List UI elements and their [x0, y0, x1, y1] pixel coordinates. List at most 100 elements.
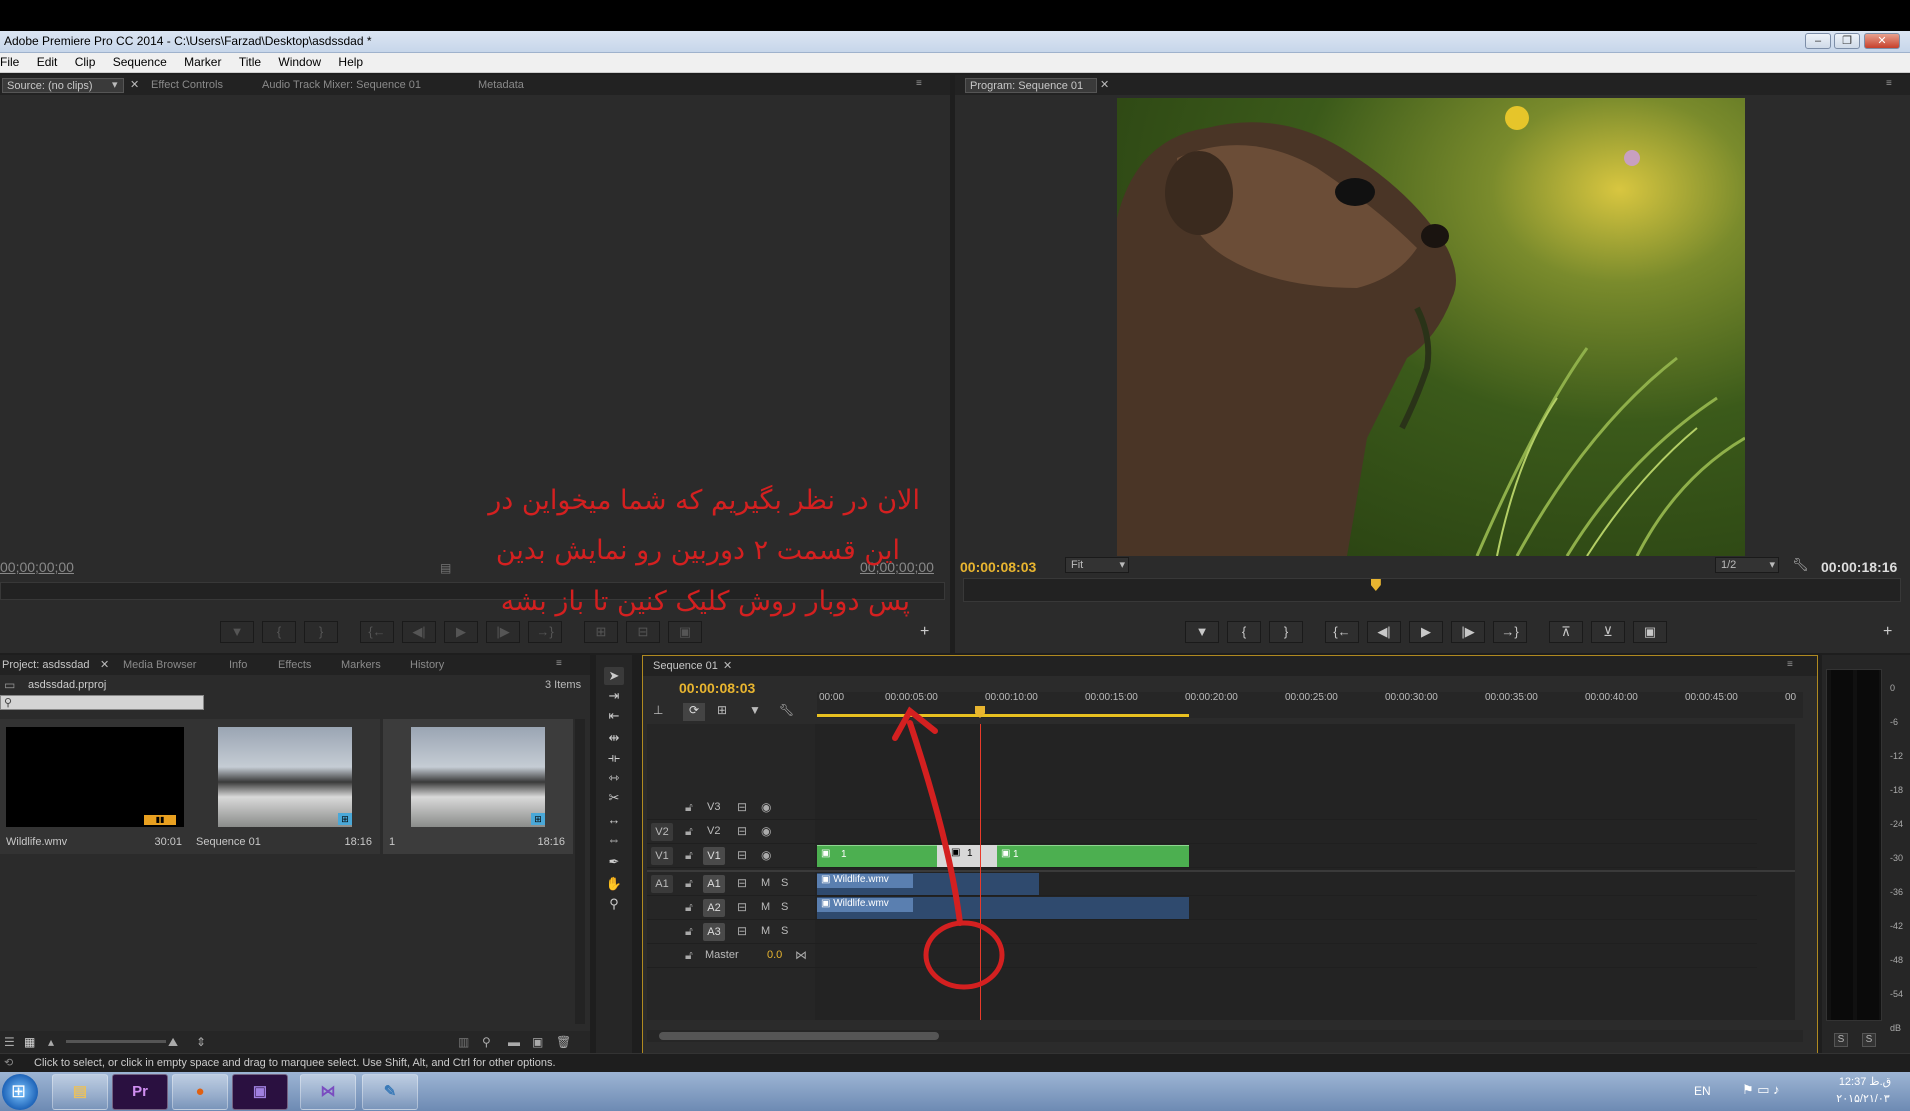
hand-tool-icon[interactable]: ✋	[604, 875, 624, 893]
source-dropdown-icon[interactable]: ▾	[112, 78, 118, 93]
go-to-in-icon[interactable]: {←	[360, 621, 394, 643]
automate-icon[interactable]: ▥	[458, 1035, 469, 1049]
slide-tool-icon[interactable]: ⇔	[604, 831, 624, 849]
zoom-slider[interactable]	[66, 1040, 166, 1043]
maximize-button[interactable]: ❐	[1834, 33, 1860, 49]
clock-time[interactable]: 12:37 ق.ظ	[1830, 1075, 1900, 1088]
source-patch-v2[interactable]: V2	[651, 823, 673, 841]
project-scrollbar[interactable]	[575, 719, 585, 1024]
wrench-icon[interactable]: 🔧︎	[1792, 557, 1809, 573]
mute-button[interactable]: M	[761, 925, 770, 937]
ripple-edit-tool-icon[interactable]: ⇹	[604, 729, 624, 747]
menu-clip[interactable]: Clip	[68, 53, 103, 69]
zoom-in-icon[interactable]: ⛰	[168, 1035, 178, 1050]
lock-icon[interactable]: 🔓︎	[685, 924, 693, 939]
new-item-icon[interactable]: ▣	[532, 1035, 543, 1049]
snap-icon[interactable]: ⟳	[683, 703, 705, 721]
source-patch-a1[interactable]: A1	[651, 875, 673, 893]
step-back-icon[interactable]: ◀|	[1367, 621, 1401, 643]
sync-lock-icon[interactable]: ⊟	[737, 800, 747, 814]
lock-icon[interactable]: 🔓︎	[685, 800, 693, 815]
eye-icon[interactable]: ◉	[761, 800, 771, 814]
project-item-sequence[interactable]: ⊞ Sequence 01 18:16	[190, 719, 380, 854]
sort-icon[interactable]: ⇕	[196, 1035, 206, 1049]
lock-icon[interactable]: 🔓︎	[685, 824, 693, 839]
scroll-thumb[interactable]	[659, 1032, 939, 1040]
close-icon[interactable]: ✕	[723, 659, 732, 674]
project-item-wildlife[interactable]: ▮▮ Wildlife.wmv 30:01	[0, 719, 190, 854]
solo-right-button[interactable]: S	[1862, 1033, 1876, 1047]
overwrite-clip-icon[interactable]: ⊟	[626, 621, 660, 643]
tracks-vertical-scrollbar[interactable]	[1795, 724, 1803, 1020]
menu-title[interactable]: Title	[232, 53, 268, 69]
close-icon[interactable]: ✕	[130, 78, 139, 93]
sync-lock-icon[interactable]: ⊟	[737, 900, 747, 914]
search-icon[interactable]: ⚲	[482, 1035, 491, 1049]
program-scrubber[interactable]	[963, 578, 1901, 602]
eye-icon[interactable]: ◉	[761, 824, 771, 838]
panel-menu-icon[interactable]: ≡	[556, 659, 570, 669]
track-select-back-icon[interactable]: ⇤	[604, 707, 624, 725]
tab-program[interactable]: Program: Sequence 01	[965, 78, 1097, 93]
rolling-edit-tool-icon[interactable]: ⟛	[604, 749, 624, 767]
slip-tool-icon[interactable]: ↔	[604, 811, 624, 829]
sync-lock-icon[interactable]: ⊟	[737, 924, 747, 938]
mark-out-icon[interactable]: }	[304, 621, 338, 643]
program-timecode[interactable]: 00:00:08:03	[960, 559, 1036, 575]
track-select-tool-icon[interactable]: ⇥	[604, 687, 624, 705]
tab-effects[interactable]: Effects	[278, 658, 311, 673]
mark-in-icon[interactable]: {	[262, 621, 296, 643]
project-item-1[interactable]: ⊞ 1 18:16	[383, 719, 573, 854]
solo-button[interactable]: S	[781, 901, 788, 913]
extract-icon[interactable]: ⊻	[1591, 621, 1625, 643]
lock-icon[interactable]: 🔓︎	[685, 900, 693, 915]
zoom-tool-icon[interactable]: ⚲	[604, 895, 624, 913]
step-forward-icon[interactable]: |▶	[1451, 621, 1485, 643]
rate-stretch-tool-icon[interactable]: ⇿	[604, 769, 624, 787]
taskbar-firefox[interactable]: ●	[172, 1074, 228, 1110]
add-button-icon[interactable]: +	[1883, 623, 1892, 641]
tab-markers[interactable]: Markers	[341, 658, 381, 673]
menu-edit[interactable]: Edit	[30, 53, 65, 69]
source-patch-v1[interactable]: V1	[651, 847, 673, 865]
close-button[interactable]: ✕	[1864, 33, 1900, 49]
marker-icon[interactable]: ▼	[220, 621, 254, 643]
list-view-icon[interactable]: ☰	[4, 1035, 15, 1049]
tab-metadata[interactable]: Metadata	[478, 78, 524, 93]
zoom-out-icon[interactable]: ▴	[48, 1035, 54, 1049]
linked-selection-icon[interactable]: ⊞	[717, 703, 727, 717]
track-label[interactable]: A3	[703, 923, 725, 941]
pen-tool-icon[interactable]: ✒	[604, 853, 624, 871]
start-button[interactable]: ⊞	[2, 1074, 38, 1110]
taskbar-visual-studio[interactable]: ⋈	[300, 1074, 356, 1110]
tab-media-browser[interactable]: Media Browser	[123, 658, 196, 673]
program-playhead[interactable]	[1370, 579, 1381, 591]
insert-clip-icon[interactable]: ⊞	[584, 621, 618, 643]
timeline-horizontal-scrollbar[interactable]	[647, 1030, 1803, 1042]
lock-icon[interactable]: 🔓︎	[685, 848, 693, 863]
track-label[interactable]: A1	[703, 875, 725, 893]
menu-sequence[interactable]: Sequence	[106, 53, 174, 69]
selection-tool-icon[interactable]: ➤	[604, 667, 624, 685]
lock-icon[interactable]: 🔓︎	[685, 876, 693, 891]
nest-icon[interactable]: ⊥	[653, 703, 663, 717]
panel-menu-icon[interactable]: ≡	[1886, 79, 1900, 89]
tab-info[interactable]: Info	[229, 658, 247, 673]
play-icon[interactable]: ▶	[444, 621, 478, 643]
go-to-end-icon[interactable]: ⋈	[795, 948, 807, 962]
tab-effect-controls[interactable]: Effect Controls	[151, 78, 223, 93]
go-to-out-icon[interactable]: →}	[1493, 621, 1527, 643]
taskbar-app[interactable]: ▣	[232, 1074, 288, 1110]
menu-help[interactable]: Help	[331, 53, 370, 69]
lift-icon[interactable]: ⊼	[1549, 621, 1583, 643]
resolution-select[interactable]: 1/2 ▾	[1715, 557, 1779, 573]
solo-button[interactable]: S	[781, 925, 788, 937]
tab-sequence[interactable]: Sequence 01	[653, 659, 718, 674]
mute-button[interactable]: M	[761, 877, 770, 889]
tray-icons[interactable]: ⚑ ▭ ♪	[1742, 1082, 1780, 1098]
sync-lock-icon[interactable]: ⊟	[737, 848, 747, 862]
step-forward-icon[interactable]: |▶	[486, 621, 520, 643]
sync-lock-icon[interactable]: ⊟	[737, 824, 747, 838]
minimize-button[interactable]: –	[1805, 33, 1831, 49]
master-volume[interactable]: 0.0	[767, 949, 782, 961]
